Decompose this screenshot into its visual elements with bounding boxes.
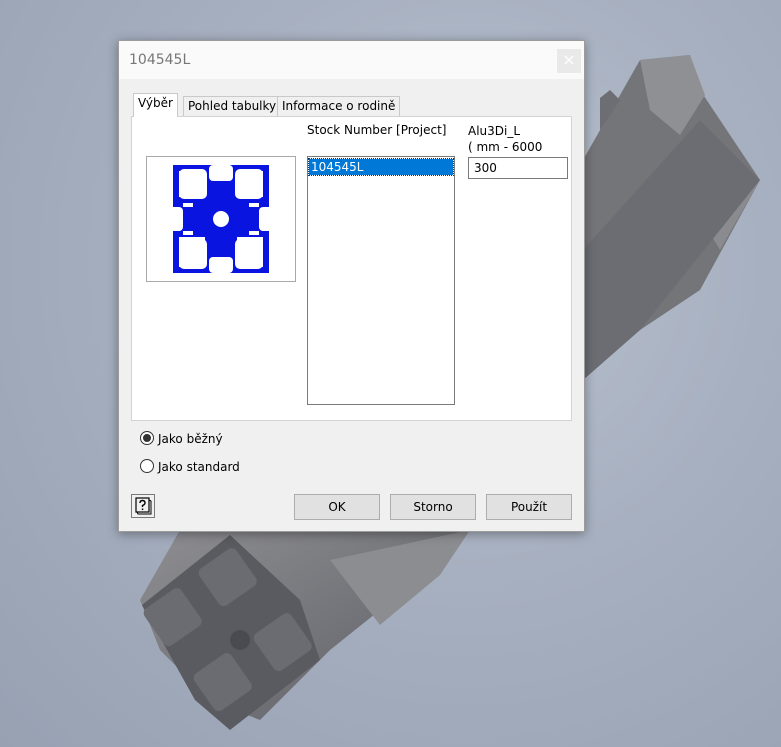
close-button[interactable]: × <box>557 49 581 73</box>
parameter-name: Alu3Di_L <box>468 124 521 138</box>
radio-button[interactable] <box>140 459 154 473</box>
tab-label: Výběr <box>138 96 173 110</box>
profile-cross-section-icon <box>169 165 273 273</box>
tab-pohled-tabulky[interactable]: Pohled tabulky <box>183 96 282 116</box>
radio-button-checked[interactable] <box>140 431 154 445</box>
parameter-label: Alu3Di_L ( mm - 6000 <box>468 123 542 155</box>
place-part-dialog: 104545L × Výběr Pohled tabulky Informace… <box>118 40 585 532</box>
radio-label: Jako běžný <box>158 432 223 446</box>
ok-button[interactable]: OK <box>294 494 380 520</box>
help-icon <box>135 497 152 515</box>
help-button[interactable] <box>131 494 155 518</box>
dialog-title: 104545L <box>129 52 191 68</box>
dialog-titlebar[interactable]: 104545L × <box>119 41 584 79</box>
apply-button[interactable]: Použít <box>486 494 572 520</box>
tab-informace-o-rodine[interactable]: Informace o rodině <box>277 96 401 116</box>
tab-vyber[interactable]: Výběr <box>133 93 178 117</box>
tab-label: Informace o rodině <box>282 99 396 113</box>
profile-preview-image <box>146 156 296 282</box>
cancel-button[interactable]: Storno <box>390 494 476 520</box>
radio-label: Jako standard <box>158 460 240 474</box>
close-icon: × <box>562 50 576 69</box>
stock-number-list[interactable]: 104545L <box>307 156 455 405</box>
stock-number-label: Stock Number [Project] <box>307 123 447 137</box>
tab-label: Pohled tabulky <box>188 99 277 113</box>
length-input[interactable] <box>468 157 568 179</box>
list-item-selected[interactable]: 104545L <box>308 158 454 176</box>
parameter-range: ( mm - 6000 <box>468 140 543 154</box>
selection-tab-panel: Stock Number [Project] 104545L Alu3Di_L … <box>131 116 572 421</box>
